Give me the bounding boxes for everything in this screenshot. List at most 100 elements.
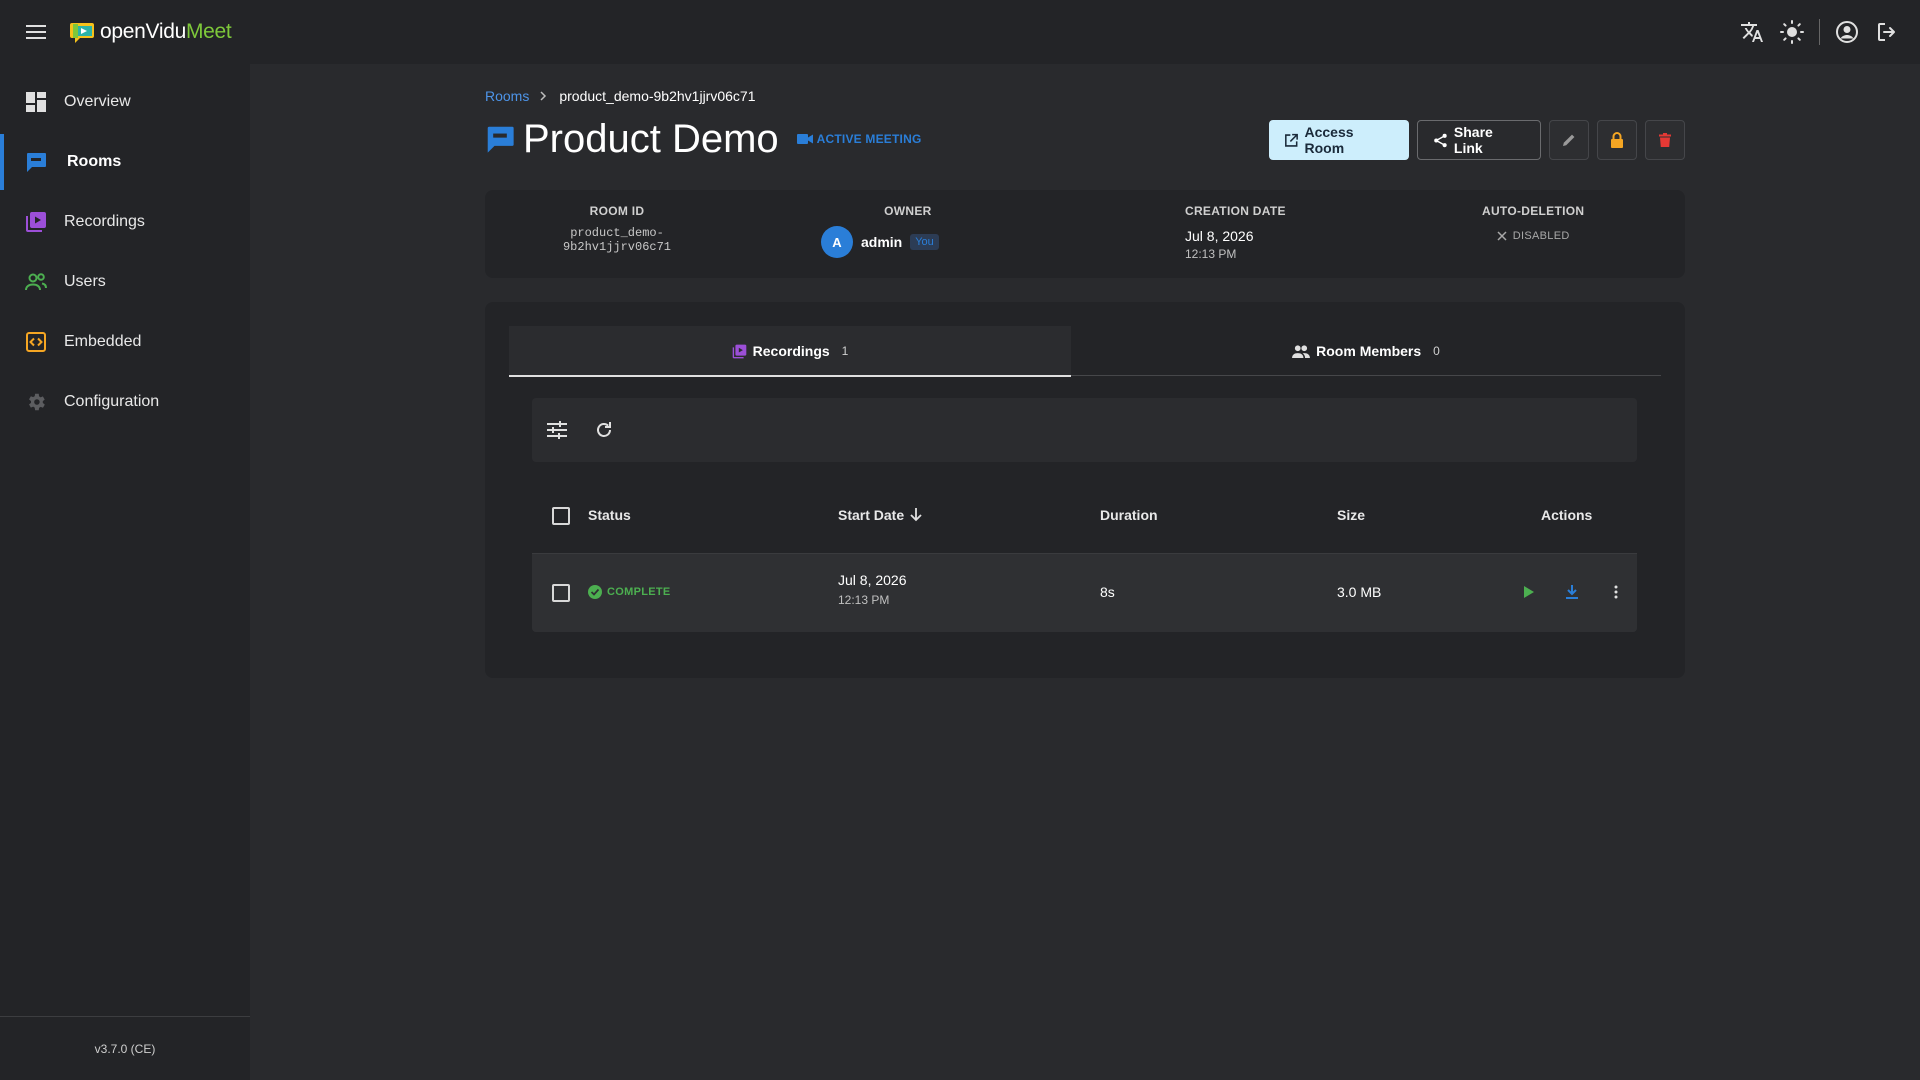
close-icon bbox=[1497, 231, 1507, 241]
column-header-start-date[interactable]: Start Date bbox=[838, 507, 922, 523]
breadcrumb: Rooms product_demo-9b2hv1jjrv06c71 bbox=[485, 88, 755, 104]
play-button[interactable] bbox=[1515, 578, 1543, 606]
auto-deletion-section: AUTO-DELETION DISABLED bbox=[1482, 204, 1584, 242]
edit-icon bbox=[1563, 134, 1575, 146]
breadcrumb-rooms-link[interactable]: Rooms bbox=[485, 88, 529, 104]
translate-icon[interactable] bbox=[1739, 19, 1765, 45]
arrow-down-icon bbox=[910, 508, 922, 522]
logo-text: openViduMeet bbox=[100, 20, 232, 43]
tab-recordings[interactable]: Recordings 1 bbox=[509, 326, 1071, 377]
download-icon bbox=[1566, 585, 1578, 599]
sidebar-item-label: Configuration bbox=[64, 393, 160, 410]
more-options-button[interactable] bbox=[1602, 578, 1630, 606]
account-icon[interactable] bbox=[1834, 19, 1860, 45]
creation-time-value: 12:13 PM bbox=[1185, 247, 1237, 261]
refresh-icon bbox=[597, 422, 611, 437]
creation-date-label: CREATION DATE bbox=[1185, 204, 1286, 218]
status-badge: COMPLETE bbox=[588, 585, 671, 599]
more-vert-icon bbox=[1614, 585, 1618, 599]
tab-recordings-label: Recordings bbox=[752, 343, 830, 359]
table-header: Status Start Date Duration Size Actions bbox=[532, 478, 1637, 554]
breadcrumb-current: product_demo-9b2hv1jjrv06c71 bbox=[559, 88, 756, 104]
sidebar-item-label: Rooms bbox=[67, 153, 122, 170]
logout-icon[interactable] bbox=[1874, 19, 1900, 45]
creation-date-value: Jul 8, 2026 bbox=[1185, 228, 1254, 244]
app-version: v3.7.0 (CE) bbox=[0, 1016, 250, 1080]
status-badge: ACTIVE MEETING bbox=[796, 132, 922, 146]
auto-deletion-status: DISABLED bbox=[1482, 230, 1584, 242]
tab-bar: Recordings 1 Room Members 0 bbox=[509, 326, 1661, 377]
status-text: COMPLETE bbox=[607, 586, 671, 598]
auto-deletion-value: DISABLED bbox=[1512, 230, 1570, 242]
status-badge-label: ACTIVE MEETING bbox=[816, 132, 922, 146]
sidebar-item-rooms[interactable]: Rooms bbox=[0, 134, 250, 190]
share-link-button[interactable]: Share Link bbox=[1417, 120, 1541, 160]
sidebar-item-label: Recordings bbox=[64, 213, 145, 230]
sidebar-item-recordings[interactable]: Recordings bbox=[0, 194, 250, 250]
column-header-duration[interactable]: Duration bbox=[1100, 507, 1158, 523]
status-cell: COMPLETE bbox=[588, 585, 671, 599]
edit-button[interactable] bbox=[1549, 120, 1589, 160]
logo-mark-icon bbox=[70, 23, 94, 43]
table-row[interactable]: COMPLETE Jul 8, 2026 12:13 PM 8s 3.0 MB bbox=[532, 554, 1637, 632]
videocam-icon bbox=[796, 134, 813, 144]
sidebar: Overview Rooms Recordings Users Embedded… bbox=[0, 64, 250, 1080]
room-id-label: ROOM ID bbox=[589, 204, 645, 218]
tab-room-members-count: 0 bbox=[1433, 344, 1440, 358]
chevron-right-icon bbox=[539, 91, 549, 101]
avatar: A bbox=[821, 226, 853, 258]
lock-icon bbox=[1611, 132, 1623, 148]
sidebar-item-label: Users bbox=[64, 273, 106, 290]
filter-button[interactable] bbox=[539, 412, 575, 448]
video-library-icon bbox=[25, 211, 47, 233]
lock-button[interactable] bbox=[1597, 120, 1637, 160]
theme-toggle-icon[interactable] bbox=[1779, 19, 1805, 45]
sidebar-item-users[interactable]: Users bbox=[0, 254, 250, 310]
code-icon bbox=[25, 331, 47, 353]
refresh-button[interactable] bbox=[586, 412, 622, 448]
owner-name: admin bbox=[861, 234, 903, 250]
open-in-new-icon bbox=[1285, 133, 1298, 147]
share-icon bbox=[1434, 133, 1447, 147]
video-library-icon bbox=[732, 344, 746, 358]
check-circle-icon bbox=[588, 585, 602, 599]
column-header-status[interactable]: Status bbox=[588, 507, 631, 523]
size-cell: 3.0 MB bbox=[1337, 584, 1382, 600]
recordings-table: Status Start Date Duration Size Actions … bbox=[532, 478, 1637, 632]
start-date-cell: Jul 8, 2026 12:13 PM bbox=[838, 572, 907, 607]
room-id-value: product_demo-9b2hv1jjrv06c71 bbox=[562, 226, 672, 254]
owner-label: OWNER bbox=[884, 204, 932, 218]
sidebar-item-configuration[interactable]: Configuration bbox=[0, 374, 250, 430]
access-room-button[interactable]: Access Room bbox=[1269, 120, 1409, 160]
toolbar-divider bbox=[1819, 19, 1820, 45]
sidebar-item-label: Overview bbox=[64, 93, 131, 110]
room-id-section: ROOM ID product_demo-9b2hv1jjrv06c71 bbox=[517, 204, 717, 254]
content-card: Recordings 1 Room Members 0 Status Start… bbox=[485, 302, 1685, 678]
chat-icon bbox=[487, 126, 514, 153]
users-icon bbox=[25, 271, 47, 293]
trash-icon bbox=[1659, 133, 1671, 147]
sidebar-item-embedded[interactable]: Embedded bbox=[0, 314, 250, 370]
menu-icon[interactable] bbox=[24, 20, 48, 44]
room-info-card: ROOM ID product_demo-9b2hv1jjrv06c71 OWN… bbox=[485, 190, 1685, 278]
sidebar-item-overview[interactable]: Overview bbox=[0, 74, 250, 130]
delete-button[interactable] bbox=[1645, 120, 1685, 160]
share-link-label: Share Link bbox=[1453, 124, 1493, 156]
row-checkbox[interactable] bbox=[552, 584, 570, 602]
start-time-value: 12:13 PM bbox=[838, 593, 890, 607]
column-header-size[interactable]: Size bbox=[1337, 507, 1365, 523]
tab-room-members[interactable]: Room Members 0 bbox=[1071, 326, 1661, 376]
access-room-label: Access Room bbox=[1304, 124, 1354, 156]
page-title: Product Demo bbox=[523, 116, 779, 161]
download-button[interactable] bbox=[1558, 578, 1586, 606]
gear-icon bbox=[25, 391, 47, 413]
page-header: Product Demo ACTIVE MEETING bbox=[485, 114, 921, 164]
select-all-checkbox[interactable] bbox=[552, 507, 570, 525]
owner-section: OWNER A admin You bbox=[821, 204, 939, 258]
app-logo[interactable]: openViduMeet bbox=[70, 20, 232, 44]
top-bar: openViduMeet bbox=[0, 0, 1920, 64]
creation-date-section: CREATION DATE Jul 8, 2026 12:13 PM bbox=[1185, 204, 1286, 261]
chat-icon bbox=[25, 151, 47, 173]
start-date-value: Jul 8, 2026 bbox=[838, 572, 907, 588]
tab-recordings-count: 1 bbox=[841, 344, 849, 358]
